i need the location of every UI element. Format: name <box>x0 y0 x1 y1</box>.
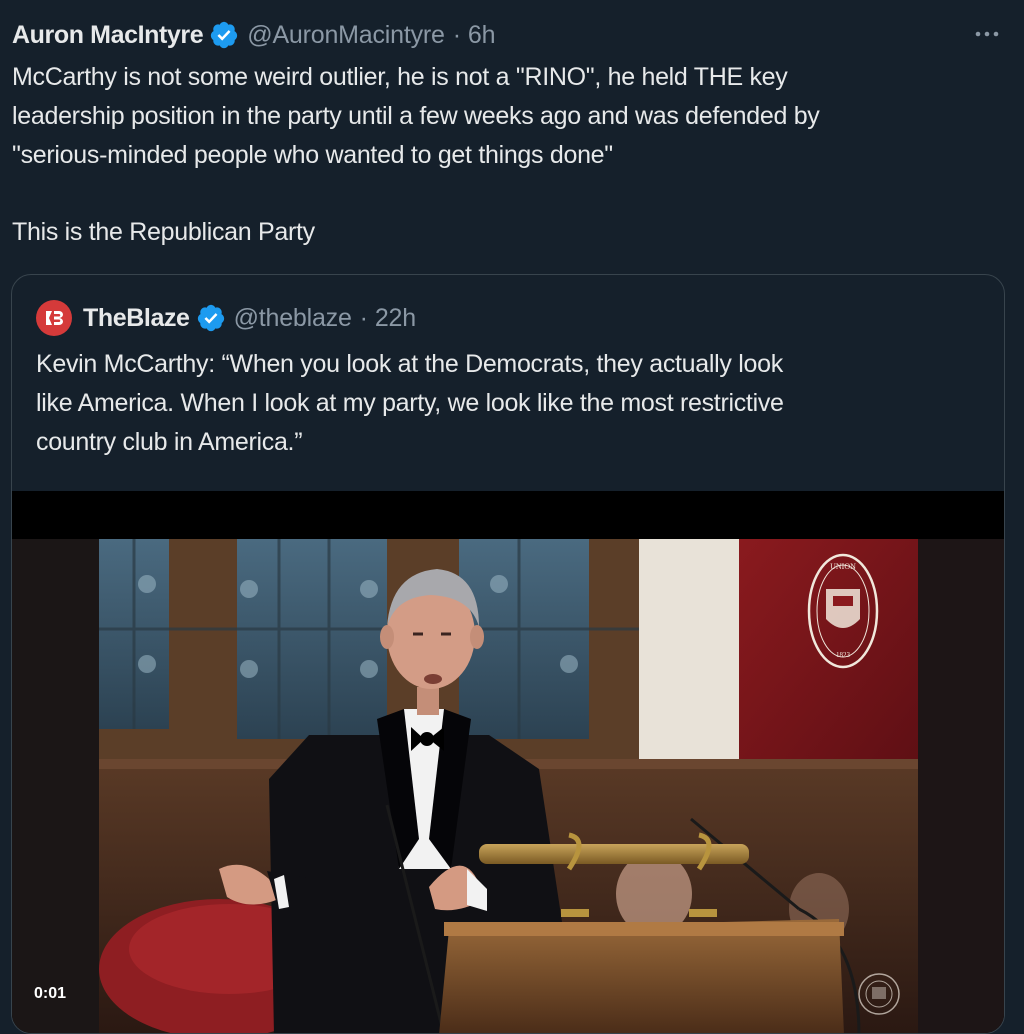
author-handle[interactable]: @AuronMacintyre <box>247 21 445 50</box>
quoted-author-handle[interactable]: @theblaze <box>234 304 352 333</box>
separator-dot: · <box>359 303 368 332</box>
video-still-image: UNION 1823 <box>99 539 918 1033</box>
tweet[interactable]: Auron MacIntyre @AuronMacintyre · 6h McC… <box>0 0 1024 1034</box>
quoted-tweet-time[interactable]: 22h <box>375 304 416 333</box>
quoted-tweet[interactable]: TheBlaze @theblaze · 22h Kevin McCarthy:… <box>11 274 1005 1034</box>
tweet-header: Auron MacIntyre @AuronMacintyre · 6h <box>12 18 495 52</box>
verified-badge-icon[interactable] <box>196 303 226 333</box>
tweet-time[interactable]: 6h <box>468 21 496 50</box>
video-pillarbox-left <box>12 539 99 1033</box>
theblaze-avatar[interactable] <box>36 300 72 336</box>
quoted-tweet-text: Kevin McCarthy: “When you look at the De… <box>36 350 784 456</box>
svg-text:UNION: UNION <box>830 562 856 571</box>
quoted-author-name[interactable]: TheBlaze <box>83 304 190 333</box>
quoted-tweet-header: TheBlaze @theblaze · 22h <box>36 300 416 336</box>
author-name[interactable]: Auron MacIntyre <box>12 21 204 50</box>
separator-dot: · <box>452 20 461 49</box>
svg-text:1823: 1823 <box>836 651 851 659</box>
tweet-paragraph-1: McCarthy is not some weird outlier, he i… <box>12 63 820 169</box>
verified-badge-icon[interactable] <box>209 20 239 50</box>
video-letterbox <box>12 491 1004 539</box>
video-pillarbox-right <box>918 539 1004 1033</box>
video-frame[interactable]: UNION 1823 <box>12 539 1004 1033</box>
tweet-paragraph-2: This is the Republican Party <box>12 218 315 246</box>
more-horizontal-icon[interactable] <box>972 20 1002 48</box>
tweet-text: McCarthy is not some weird outlier, he i… <box>12 58 1017 252</box>
video-player[interactable]: UNION 1823 0:01 <box>12 491 1004 1033</box>
video-timestamp: 0:01 <box>34 985 67 1002</box>
